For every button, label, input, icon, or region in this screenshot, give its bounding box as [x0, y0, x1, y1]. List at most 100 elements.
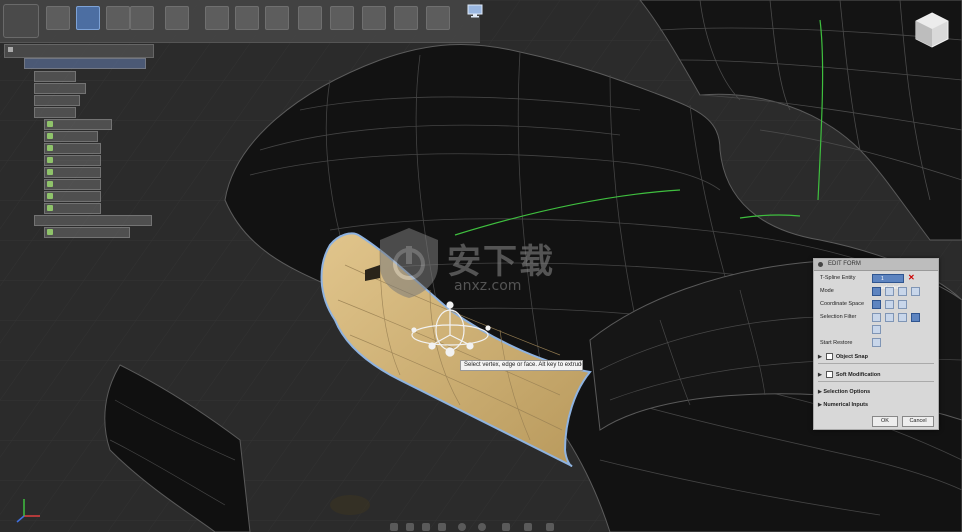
tree-row[interactable]	[44, 119, 112, 130]
numerical-inputs-row[interactable]: ▶ Numerical Inputs	[818, 402, 868, 408]
expand-arrow-icon: ▶	[818, 402, 822, 408]
watermark: 安下载 anxz.com	[372, 222, 592, 304]
look-at-icon[interactable]	[406, 523, 414, 531]
visibility-icon[interactable]	[47, 121, 53, 127]
filter-body-icon[interactable]	[872, 325, 881, 334]
cancel-button[interactable]: Cancel	[902, 416, 934, 427]
construct-button[interactable]	[165, 6, 189, 30]
filter-vertex-icon[interactable]	[872, 313, 881, 322]
dialog-title: EDIT FORM	[828, 261, 861, 267]
tree-row[interactable]	[44, 203, 101, 214]
tree-row[interactable]	[34, 107, 76, 118]
expand-arrow-icon: ▶	[818, 371, 822, 378]
tree-row-root[interactable]	[24, 58, 146, 69]
modify-button[interactable]	[76, 6, 100, 30]
stop-sculpt-button[interactable]	[362, 6, 386, 30]
browser-collapse-icon[interactable]	[8, 47, 13, 52]
dialog-icon	[818, 262, 823, 267]
object-snap-row[interactable]: ▶ Object Snap	[818, 353, 868, 360]
tree-row[interactable]	[44, 131, 98, 142]
soft-modification-row[interactable]: ▶ Soft Modification	[818, 371, 880, 378]
filter-edge-icon[interactable]	[885, 313, 894, 322]
tree-row[interactable]	[44, 155, 101, 166]
sculpt-create-button[interactable]	[46, 6, 70, 30]
orbit-icon[interactable]	[390, 523, 398, 531]
numerical-inputs-label: Numerical Inputs	[823, 402, 869, 408]
viewports-icon[interactable]	[524, 523, 532, 531]
tree-row[interactable]	[44, 143, 101, 154]
coordinate-view-icon[interactable]	[885, 300, 894, 309]
finish-form-button[interactable]	[394, 6, 418, 30]
ok-button[interactable]: OK	[872, 416, 898, 427]
visibility-icon[interactable]	[47, 169, 53, 175]
visibility-icon[interactable]	[47, 181, 53, 187]
visual-style-icon[interactable]	[546, 523, 554, 531]
insert-button[interactable]	[235, 6, 259, 30]
zoom-icon[interactable]	[438, 523, 446, 531]
pan-icon[interactable]	[422, 523, 430, 531]
display-mode-button[interactable]	[426, 6, 450, 30]
utilities-button[interactable]	[130, 6, 154, 30]
mode-translate-icon[interactable]	[885, 287, 894, 296]
visibility-icon[interactable]	[47, 193, 53, 199]
selection-filter-label: Selection Filter	[820, 314, 857, 320]
soft-modification-checkbox[interactable]	[825, 371, 833, 378]
addins-button[interactable]	[298, 6, 322, 30]
monitor-icon[interactable]	[467, 4, 483, 18]
visibility-icon[interactable]	[47, 133, 53, 139]
inspect-button[interactable]	[205, 6, 229, 30]
selection-options-label: Selection Options	[823, 389, 871, 395]
visibility-icon[interactable]	[47, 145, 53, 151]
object-snap-checkbox[interactable]	[825, 353, 833, 360]
start-restore-icon[interactable]	[872, 338, 881, 347]
make-button[interactable]	[265, 6, 289, 30]
mode-multi-icon[interactable]	[872, 287, 881, 296]
soft-modification-label: Soft Modification	[835, 371, 881, 378]
axis-triad-icon	[16, 499, 40, 523]
symmetry-button[interactable]	[106, 6, 130, 30]
divider	[818, 381, 934, 382]
visibility-icon[interactable]	[47, 157, 53, 163]
watermark-chinese-text: 安下载	[447, 242, 555, 282]
filter-face-icon[interactable]	[898, 313, 907, 322]
object-snap-label: Object Snap	[835, 353, 868, 360]
tree-row[interactable]	[34, 215, 152, 226]
fit-icon[interactable]	[458, 523, 466, 531]
grid-settings-icon[interactable]	[502, 523, 510, 531]
tree-row[interactable]	[44, 191, 101, 202]
tspline-entity-label: T-Spline Entity	[820, 275, 856, 281]
tree-row[interactable]	[44, 227, 130, 238]
coordinate-world-icon[interactable]	[872, 300, 881, 309]
tspline-entity-field[interactable]: 1 selected	[872, 274, 904, 291]
coordinate-space-label: Coordinate Space	[820, 301, 865, 307]
tree-row[interactable]	[44, 167, 101, 178]
mode-scale-icon[interactable]	[911, 287, 920, 296]
divider	[818, 363, 934, 364]
tree-row[interactable]	[44, 179, 101, 190]
viewcube-icon[interactable]	[912, 10, 952, 50]
edit-form-dialog[interactable]: EDIT FORM T-Spline Entity 1 selected ✕ M…	[813, 258, 939, 430]
tree-row[interactable]	[34, 95, 80, 106]
dialog-header[interactable]: EDIT FORM	[814, 259, 938, 271]
selection-tooltip: Select vertex, edge or face. Alt key to …	[460, 360, 583, 371]
selection-options-row[interactable]: ▶ Selection Options	[818, 389, 870, 395]
browser-panel[interactable]	[4, 44, 154, 58]
display-settings-icon[interactable]	[478, 523, 486, 531]
coordinate-local-icon[interactable]	[898, 300, 907, 309]
visibility-icon[interactable]	[47, 229, 53, 235]
toolbar	[0, 0, 483, 43]
watermark-shield-icon	[380, 228, 438, 298]
start-restore-label: Start Restore	[820, 340, 853, 346]
select-button[interactable]	[330, 6, 354, 30]
expand-arrow-icon: ▶	[818, 389, 822, 395]
workspace-switcher-button[interactable]	[3, 4, 39, 38]
watermark-latin-text: anxz.com	[454, 278, 522, 294]
mode-label: Mode	[820, 288, 834, 294]
close-icon[interactable]: ✕	[908, 273, 915, 282]
tree-row[interactable]	[34, 71, 76, 82]
tree-row[interactable]	[34, 83, 86, 94]
filter-all-icon[interactable]	[911, 313, 920, 322]
visibility-icon[interactable]	[47, 205, 53, 211]
navigation-bar	[390, 520, 570, 532]
mode-rotate-icon[interactable]	[898, 287, 907, 296]
